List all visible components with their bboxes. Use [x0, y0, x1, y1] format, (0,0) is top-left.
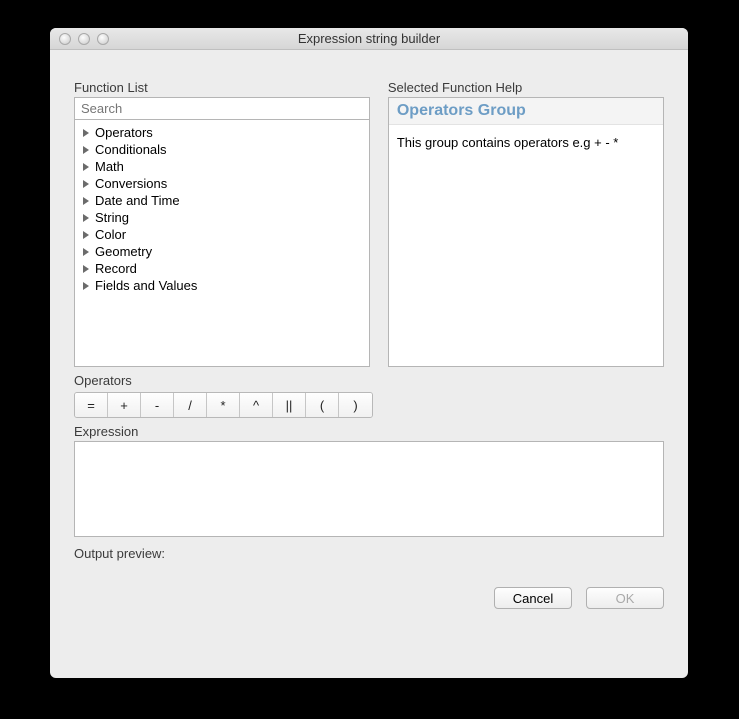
chevron-right-icon [83, 231, 89, 239]
operators-label: Operators [74, 373, 664, 388]
tree-item-conditionals[interactable]: Conditionals [79, 141, 365, 158]
dialog-content: Function List Operators Conditionals Mat… [50, 50, 688, 627]
search-input[interactable] [74, 97, 370, 119]
chevron-right-icon [83, 282, 89, 290]
op-rparen-button[interactable]: ) [339, 393, 372, 417]
tree-item-label: Fields and Values [95, 278, 197, 293]
chevron-right-icon [83, 146, 89, 154]
chevron-right-icon [83, 248, 89, 256]
op-multiply-button[interactable]: * [207, 393, 240, 417]
tree-item-conversions[interactable]: Conversions [79, 175, 365, 192]
chevron-right-icon [83, 163, 89, 171]
minimize-icon[interactable] [78, 33, 90, 45]
op-power-button[interactable]: ^ [240, 393, 273, 417]
tree-item-label: Operators [95, 125, 153, 140]
chevron-right-icon [83, 129, 89, 137]
expression-input[interactable] [74, 441, 664, 537]
help-section: Selected Function Help Operators Group T… [388, 68, 664, 367]
tree-item-label: Conditionals [95, 142, 167, 157]
op-lparen-button[interactable]: ( [306, 393, 339, 417]
help-title-row: Operators Group [389, 98, 663, 125]
op-equals-button[interactable]: = [75, 393, 108, 417]
operators-toolbar: = + - / * ^ || ( ) [74, 392, 373, 418]
chevron-right-icon [83, 265, 89, 273]
ok-button[interactable]: OK [586, 587, 664, 609]
tree-item-date-time[interactable]: Date and Time [79, 192, 365, 209]
tree-item-label: Conversions [95, 176, 167, 191]
help-box: Operators Group This group contains oper… [388, 97, 664, 367]
zoom-icon[interactable] [97, 33, 109, 45]
tree-item-record[interactable]: Record [79, 260, 365, 277]
chevron-right-icon [83, 214, 89, 222]
tree-item-math[interactable]: Math [79, 158, 365, 175]
tree-item-fields-values[interactable]: Fields and Values [79, 277, 365, 294]
chevron-right-icon [83, 197, 89, 205]
window-title: Expression string builder [50, 31, 688, 46]
tree-item-label: String [95, 210, 129, 225]
function-list-section: Function List Operators Conditionals Mat… [74, 68, 370, 367]
tree-item-label: Record [95, 261, 137, 276]
help-body: This group contains operators e.g + - * [389, 125, 663, 160]
function-tree[interactable]: Operators Conditionals Math Conversions [74, 119, 370, 367]
op-plus-button[interactable]: + [108, 393, 141, 417]
expression-label: Expression [74, 424, 664, 439]
op-concat-button[interactable]: || [273, 393, 306, 417]
help-title: Operators Group [397, 102, 526, 119]
tree-item-label: Geometry [95, 244, 152, 259]
chevron-right-icon [83, 180, 89, 188]
close-icon[interactable] [59, 33, 71, 45]
op-minus-button[interactable]: - [141, 393, 174, 417]
function-list-label: Function List [74, 80, 370, 97]
help-label: Selected Function Help [388, 80, 664, 97]
tree-item-label: Date and Time [95, 193, 180, 208]
window-controls [50, 33, 109, 45]
output-preview-label: Output preview: [74, 546, 664, 561]
tree-item-string[interactable]: String [79, 209, 365, 226]
tree-item-label: Color [95, 227, 126, 242]
tree-item-color[interactable]: Color [79, 226, 365, 243]
tree-item-geometry[interactable]: Geometry [79, 243, 365, 260]
titlebar: Expression string builder [50, 28, 688, 50]
tree-item-operators[interactable]: Operators [79, 124, 365, 141]
dialog-footer: Cancel OK [74, 587, 664, 609]
tree-item-label: Math [95, 159, 124, 174]
op-divide-button[interactable]: / [174, 393, 207, 417]
cancel-button[interactable]: Cancel [494, 587, 572, 609]
dialog-window: Expression string builder Function List … [50, 28, 688, 678]
